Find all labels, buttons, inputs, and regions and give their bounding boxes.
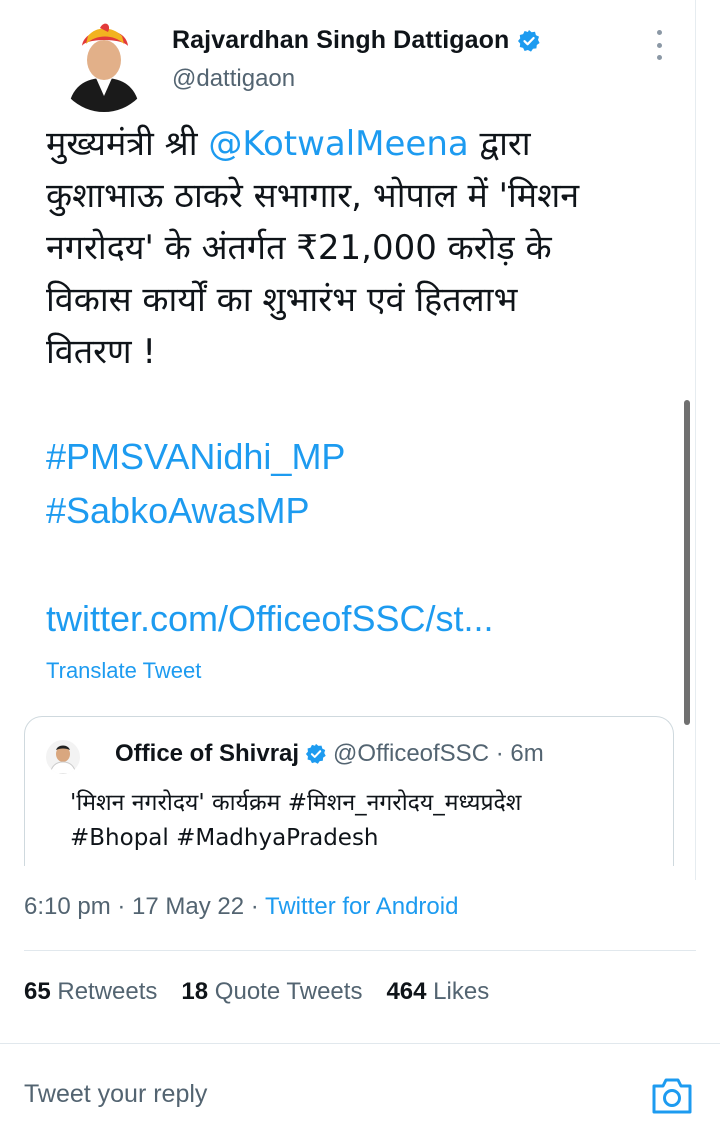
quoted-avatar[interactable] (46, 740, 80, 774)
author-name-row[interactable]: Rajvardhan Singh Dattigaon (172, 26, 541, 55)
engagement-stats: 65 Retweets 18 Quote Tweets 464 Likes (24, 978, 489, 1006)
tweet-line: कुशाभाऊ ठाकरे सभागार, भोपाल में 'मिशन (46, 176, 580, 216)
reply-input[interactable]: Tweet your reply (24, 1080, 207, 1109)
tweet-timestamp[interactable]: 6:10 pm · 17 May 22 · (24, 893, 265, 920)
verified-badge-icon (518, 29, 540, 52)
tweet-line: मुख्यमंत्री श्री @KotwalMeena द्वारा (46, 118, 686, 170)
likes-label: Likes (433, 978, 490, 1005)
tweet-text-fragment: द्वारा (468, 124, 531, 164)
tweet-text-fragment: मुख्यमंत्री श्री (46, 124, 209, 164)
likes-count: 464 (386, 978, 427, 1005)
mention-link[interactable]: @KotwalMeena (208, 124, 468, 164)
author-block[interactable]: Rajvardhan Singh Dattigaon @dattigaon (172, 26, 541, 93)
divider (24, 950, 696, 951)
hashtag-link[interactable]: #SabkoAwasMP (46, 490, 309, 532)
tweet-text: मुख्यमंत्री श्री @KotwalMeena द्वारा कुश… (46, 118, 686, 378)
tweet-meta: 6:10 pm · 17 May 22 · Twitter for Androi… (24, 893, 458, 921)
retweets-label: Retweets (57, 978, 158, 1005)
quoted-line: 'मिशन नगरोदय' कार्यक्रम #मिशन_नगरोदय_मध्… (70, 790, 522, 816)
quotes-count: 18 (181, 978, 209, 1005)
tweet-line: नगरोदय' के अंतर्गत ₹21,000 करोड़ के (46, 228, 552, 268)
quoted-text: 'मिशन नगरोदय' कार्यक्रम #मिशन_नगरोदय_मध्… (70, 786, 521, 856)
divider (0, 1043, 720, 1044)
verified-badge-icon (305, 743, 326, 764)
tweet-source-link[interactable]: Twitter for Android (265, 893, 458, 920)
quotes-label: Quote Tweets (214, 978, 363, 1005)
tweet-line: विकास कार्यों का शुभारंभ एवं हितलाभ (46, 280, 518, 320)
quoted-header: Office of Shivraj @OfficeofSSC · 6m (115, 740, 544, 768)
more-options-icon[interactable] (648, 30, 670, 60)
translate-tweet-link[interactable]: Translate Tweet (46, 658, 201, 684)
card-border (695, 0, 696, 880)
hashtag-link[interactable]: #PMSVANidhi_MP (46, 436, 345, 478)
quoted-line: #Bhopal #MadhyaPradesh (70, 825, 379, 851)
url-link[interactable]: twitter.com/OfficeofSSC/st... (46, 598, 493, 640)
author-name[interactable]: Rajvardhan Singh Dattigaon (172, 26, 509, 55)
camera-icon[interactable] (650, 1074, 694, 1118)
quote-tweets-stat[interactable]: 18 Quote Tweets (181, 978, 362, 1006)
scrollbar[interactable] (684, 400, 690, 725)
retweets-stat[interactable]: 65 Retweets (24, 978, 157, 1006)
author-handle[interactable]: @dattigaon (172, 65, 541, 93)
quoted-author-name[interactable]: Office of Shivraj (115, 740, 299, 768)
retweets-count: 65 (24, 978, 51, 1005)
author-avatar[interactable] (56, 16, 152, 112)
quoted-handle-time: @OfficeofSSC · 6m (333, 740, 544, 767)
tweet-line: वितरण ! (46, 332, 157, 372)
likes-stat[interactable]: 464 Likes (386, 978, 489, 1006)
